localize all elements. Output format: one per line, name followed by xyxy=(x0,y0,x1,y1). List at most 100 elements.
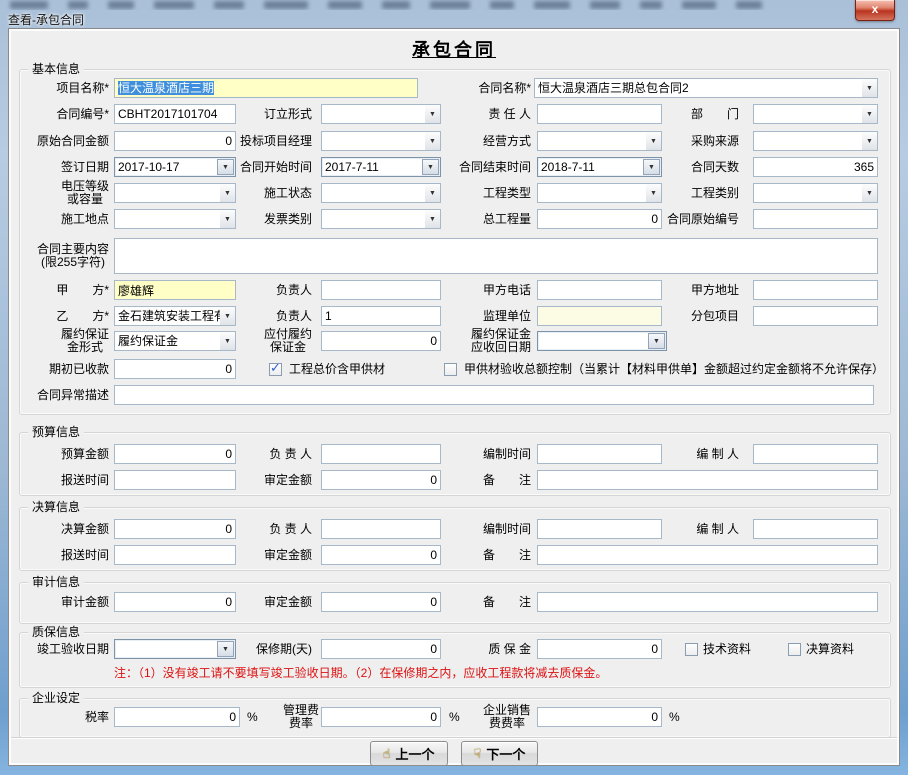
supervisor-input[interactable] xyxy=(537,306,662,326)
final-docs-checkbox[interactable]: ✓ xyxy=(788,643,801,656)
party-a-addr-label: 甲方地址 xyxy=(659,280,739,300)
form-type-value xyxy=(322,105,425,123)
previous-button[interactable]: ☝上一个 xyxy=(370,741,448,766)
contract-name-combo[interactable]: 恒大温泉酒店三期总包合同2▼ xyxy=(534,78,878,98)
party-a-addr-input[interactable] xyxy=(753,280,878,300)
title-bar: 查看-承包合同 x xyxy=(0,0,908,28)
budget-resp-label: 负 责 人 xyxy=(209,444,312,464)
abnormal-input[interactable] xyxy=(114,385,874,405)
contract-dialog: 承包合同 基本信息 项目名称* 恒大温泉酒店三期 合同名称* 恒大温泉酒店三期总… xyxy=(8,28,900,766)
department-combo[interactable]: ▼ xyxy=(753,104,878,124)
audit-amount-label: 审计金额 xyxy=(13,592,109,612)
form-type-combo[interactable]: ▼ xyxy=(321,104,441,124)
site-value xyxy=(115,210,220,228)
party-a-tel-input[interactable] xyxy=(537,280,662,300)
chevron-down-icon: ▼ xyxy=(425,184,440,202)
department-label: 部 门 xyxy=(659,104,739,124)
proj-class-value xyxy=(754,184,862,202)
bid-pm-combo[interactable]: ▼ xyxy=(321,131,441,151)
tech-docs-checkbox[interactable]: ✓ xyxy=(685,643,698,656)
purchase-source-combo[interactable]: ▼ xyxy=(753,131,878,151)
final-comp-time-label: 编制时间 xyxy=(441,519,531,539)
responsible-input[interactable] xyxy=(537,104,662,124)
chevron-down-icon: ▼ xyxy=(643,159,660,175)
section-title-audit: 审计信息 xyxy=(28,575,84,590)
budget-comp-time-input[interactable] xyxy=(537,444,662,464)
final-comp-person-input[interactable] xyxy=(753,519,878,539)
supply-control-checkbox-label: 甲供材验收总额控制（当累计【材料甲供单】金额超过约定金额将不允许保存） xyxy=(464,359,884,379)
constr-status-combo[interactable]: ▼ xyxy=(321,183,441,203)
final-submit-time-label: 报送时间 xyxy=(13,545,109,565)
total-price-checkbox[interactable]: ✓ xyxy=(269,363,282,376)
orig-amount-label: 原始合同金额 xyxy=(13,131,109,151)
contract-name-label: 合同名称* xyxy=(441,78,531,98)
bond-return-date-value xyxy=(538,332,647,350)
previous-button-label: 上一个 xyxy=(395,744,434,763)
initial-received-input[interactable] xyxy=(114,359,236,379)
sales-fee-input[interactable] xyxy=(537,707,662,727)
final-remark-input[interactable] xyxy=(537,545,878,565)
bond-payable-input[interactable] xyxy=(321,331,441,351)
page-title: 承包合同 xyxy=(9,36,899,62)
orig-no-input[interactable] xyxy=(753,209,878,229)
warranty-period-label: 保修期(天) xyxy=(209,639,312,659)
bond-return-date-combo[interactable]: ▼ xyxy=(537,331,667,351)
final-approved-input[interactable] xyxy=(321,545,441,565)
mgmt-fee-input[interactable] xyxy=(321,707,441,727)
purchase-source-value xyxy=(754,132,862,150)
party-a-tel-label: 甲方电话 xyxy=(441,280,531,300)
party-a-resp-label: 负责人 xyxy=(209,280,312,300)
subcontract-input[interactable] xyxy=(753,306,878,326)
budget-resp-input[interactable] xyxy=(321,444,441,464)
budget-comp-time-label: 编制时间 xyxy=(441,444,531,464)
tech-docs-checkbox-label: 技术资料 xyxy=(703,639,751,659)
proj-class-combo[interactable]: ▼ xyxy=(753,183,878,203)
budget-remark-input[interactable] xyxy=(537,470,878,490)
start-time-combo[interactable]: 2017-7-11▼ xyxy=(321,157,441,177)
audit-remark-input[interactable] xyxy=(537,592,878,612)
main-content-textarea[interactable] xyxy=(114,238,878,274)
mgmt-mode-combo[interactable]: ▼ xyxy=(537,131,662,151)
total-quantity-input[interactable] xyxy=(537,209,662,229)
budget-comp-person-label: 编 制 人 xyxy=(659,444,739,464)
next-button[interactable]: ☟下一个 xyxy=(461,741,539,766)
end-time-combo[interactable]: 2018-7-11▼ xyxy=(537,157,662,177)
audit-remark-label: 备 注 xyxy=(441,592,531,612)
final-resp-label: 负 责 人 xyxy=(209,519,312,539)
supply-control-checkbox[interactable]: ✓ xyxy=(444,363,457,376)
next-button-label: 下一个 xyxy=(486,744,525,763)
party-a-resp-input[interactable] xyxy=(321,280,441,300)
check-icon: ✓ xyxy=(270,360,281,376)
party-a-label: 甲 方* xyxy=(13,280,109,300)
warranty-period-input[interactable] xyxy=(321,639,441,659)
voltage-label: 电压等级 或容量 xyxy=(13,179,109,207)
project-name-input[interactable]: 恒大温泉酒店三期 xyxy=(114,78,418,98)
invoice-type-combo[interactable]: ▼ xyxy=(321,209,441,229)
budget-comp-person-input[interactable] xyxy=(753,444,878,464)
party-b-resp-input[interactable] xyxy=(321,306,441,326)
proj-type-combo[interactable]: ▼ xyxy=(537,183,662,203)
final-comp-time-input[interactable] xyxy=(537,519,662,539)
section-title-budget: 预算信息 xyxy=(28,425,84,440)
chevron-down-icon: ▼ xyxy=(425,132,440,150)
section-title-enterprise: 企业设定 xyxy=(28,691,84,706)
bond-payable-label: 应付履约 保证金 xyxy=(209,327,312,355)
sign-date-label: 签订日期 xyxy=(13,157,109,177)
retention-input[interactable] xyxy=(537,639,662,659)
contract-no-label: 合同编号* xyxy=(13,104,109,124)
days-input[interactable] xyxy=(753,157,878,177)
site-label: 施工地点 xyxy=(13,209,109,229)
audit-approved-input[interactable] xyxy=(321,592,441,612)
close-button[interactable]: x xyxy=(855,0,895,21)
final-docs-checkbox-label: 决算资料 xyxy=(806,639,854,659)
section-title-final: 决算信息 xyxy=(28,500,84,515)
hand-down-icon: ☟ xyxy=(474,746,482,762)
final-resp-input[interactable] xyxy=(321,519,441,539)
responsible-label: 责 任 人 xyxy=(441,104,531,124)
final-comp-person-label: 编 制 人 xyxy=(659,519,739,539)
budget-approved-input[interactable] xyxy=(321,470,441,490)
mgmt-mode-value xyxy=(538,132,646,150)
proj-type-value xyxy=(538,184,646,202)
party-b-resp-label: 负责人 xyxy=(209,306,312,326)
purchase-source-label: 采购来源 xyxy=(659,131,739,151)
